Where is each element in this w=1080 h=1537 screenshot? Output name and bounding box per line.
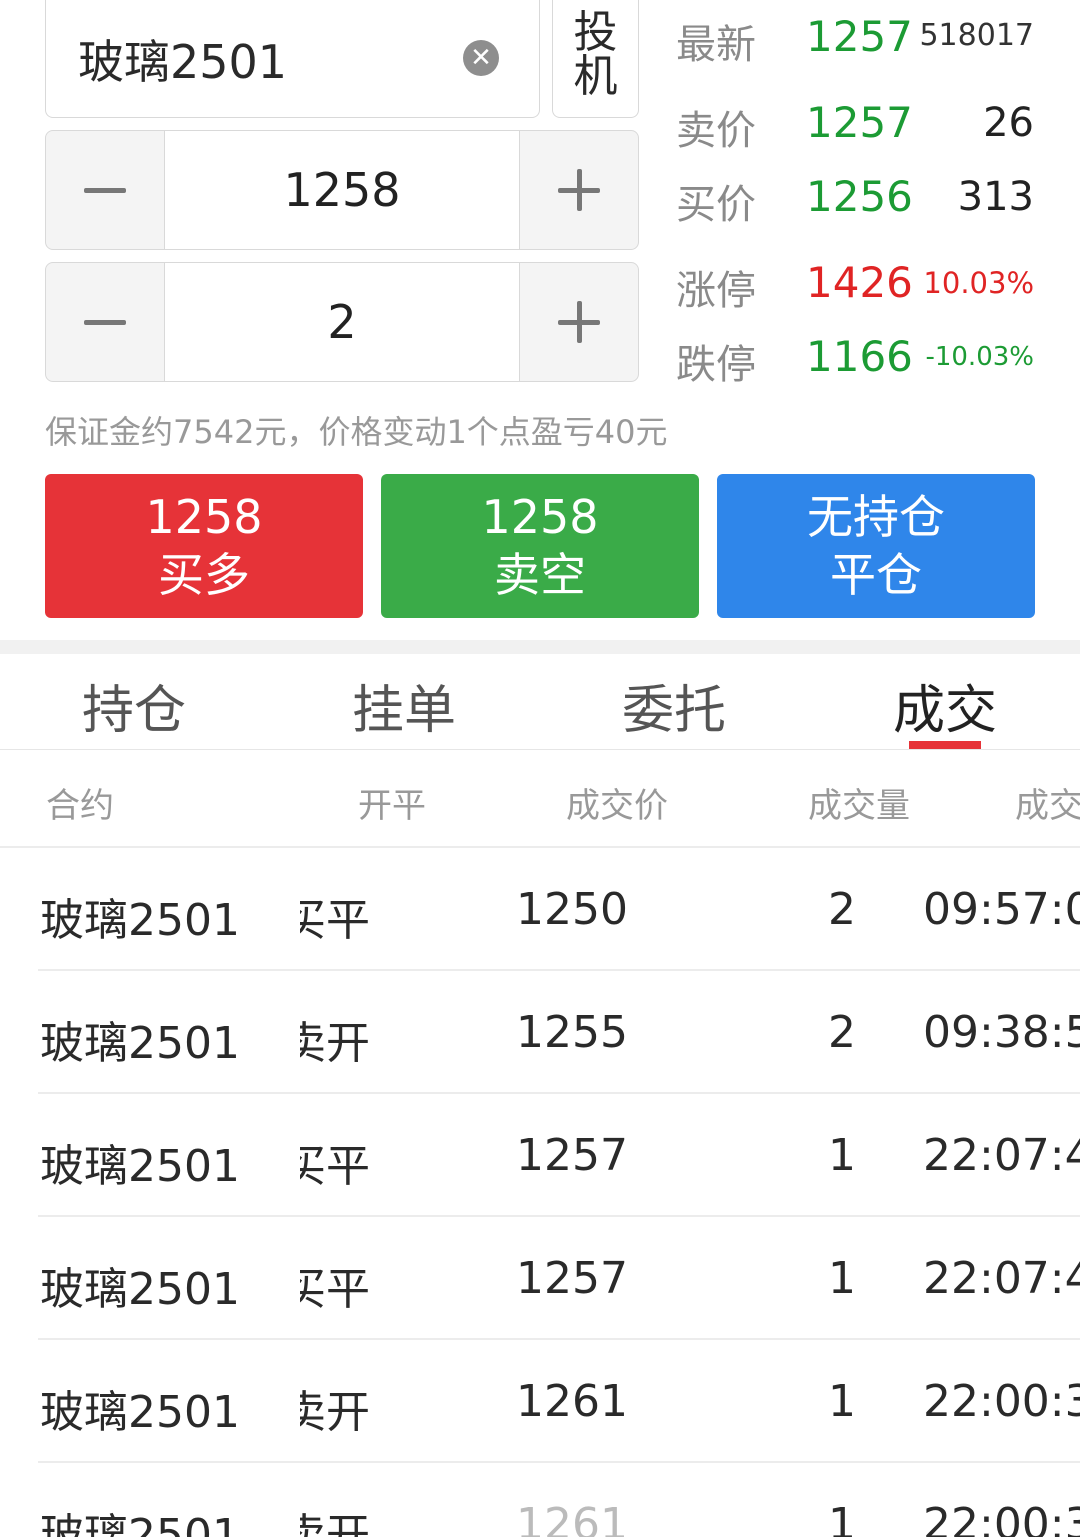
header-trade-time: 成交	[1015, 786, 1080, 826]
row-open-close: 卖开	[300, 1387, 370, 1438]
row-price: 1257	[516, 1253, 628, 1304]
table-row[interactable]: 玻璃2501 买平 1257 1 22:07:45	[0, 1094, 1080, 1217]
header-open-close: 开平	[358, 786, 426, 826]
quote-limit-up-price[interactable]: 1426	[806, 258, 913, 307]
close-position-button[interactable]: 无持仓 平仓	[717, 474, 1035, 618]
table-row[interactable]: 玻璃2501 买平 1250 2 09:57:07	[0, 848, 1080, 971]
row-open-close: 买平	[300, 1264, 370, 1315]
tab-positions[interactable]: 持仓	[34, 668, 234, 743]
clear-circle-icon[interactable]: ✕	[463, 40, 499, 76]
hedge-type-line1: 投	[573, 6, 618, 58]
tab-divider	[0, 749, 1080, 750]
row-price: 1255	[516, 1007, 628, 1058]
table-row[interactable]: 玻璃2501 买平 1257 1 22:07:45	[0, 1217, 1080, 1340]
quote-ask-label: 卖价	[676, 108, 756, 154]
row-open-close: 买平	[300, 895, 370, 946]
row-time: 09:38:55	[923, 1007, 1080, 1058]
tab-pending-orders[interactable]: 挂单	[304, 668, 504, 743]
active-tab-indicator	[909, 741, 981, 749]
price-decrease-button[interactable]	[46, 131, 165, 249]
row-contract: 玻璃2501	[40, 1141, 240, 1192]
section-divider	[0, 640, 1080, 654]
header-trade-volume: 成交量	[808, 786, 910, 826]
quote-limit-up-label: 涨停	[676, 268, 756, 314]
row-price: 1261	[516, 1499, 628, 1537]
quote-limit-down-label: 跌停	[676, 342, 756, 388]
quantity-input[interactable]: 2	[165, 263, 519, 381]
row-contract: 玻璃2501	[40, 1264, 240, 1315]
row-open-close: 买平	[300, 1141, 370, 1192]
minus-icon	[84, 187, 126, 193]
quote-limit-down-pct: -10.03%	[925, 342, 1034, 372]
buy-long-label: 买多	[158, 548, 250, 602]
table-row[interactable]: 玻璃2501 卖开 1261 1 22:00:38	[0, 1463, 1080, 1537]
quote-latest-label: 最新	[676, 22, 756, 68]
row-time: 22:00:38	[923, 1499, 1080, 1537]
sell-short-price: 1258	[481, 490, 599, 544]
buy-long-price: 1258	[145, 490, 263, 544]
tab-trades[interactable]: 成交	[845, 668, 1045, 743]
row-time: 22:00:38	[923, 1376, 1080, 1427]
minus-icon	[84, 319, 126, 325]
row-time: 22:07:45	[923, 1253, 1080, 1304]
contract-input-value: 玻璃2501	[78, 35, 288, 89]
row-qty: 2	[828, 884, 856, 935]
close-position-status: 无持仓	[807, 490, 945, 544]
plus-icon	[558, 169, 600, 211]
sell-short-button[interactable]: 1258 卖空	[381, 474, 699, 618]
table-row[interactable]: 玻璃2501 卖开 1255 2 09:38:55	[0, 971, 1080, 1094]
row-contract: 玻璃2501	[40, 1387, 240, 1438]
quote-bid-volume: 313	[957, 174, 1034, 220]
quote-bid-label: 买价	[676, 182, 756, 228]
row-time: 09:57:07	[923, 884, 1080, 935]
row-contract: 玻璃2501	[40, 895, 240, 946]
quote-volume: 518017	[919, 18, 1034, 53]
quote-bid-price[interactable]: 1256	[806, 172, 913, 221]
price-stepper: 1258	[45, 130, 639, 250]
tab-orders[interactable]: 委托	[574, 668, 774, 743]
row-time: 22:07:45	[923, 1130, 1080, 1181]
hedge-type-line2: 机	[573, 50, 618, 102]
row-contract: 玻璃2501	[40, 1510, 240, 1537]
row-price: 1257	[516, 1130, 628, 1181]
price-increase-button[interactable]	[519, 131, 638, 249]
row-qty: 1	[828, 1499, 856, 1537]
row-price: 1250	[516, 884, 628, 935]
quote-latest-price: 1257	[806, 12, 913, 61]
close-position-label: 平仓	[830, 548, 922, 602]
price-input[interactable]: 1258	[165, 131, 519, 249]
quantity-decrease-button[interactable]	[46, 263, 165, 381]
row-qty: 1	[828, 1376, 856, 1427]
row-open-close: 卖开	[300, 1018, 370, 1069]
header-trade-price: 成交价	[566, 786, 668, 826]
row-qty: 1	[828, 1130, 856, 1181]
quote-ask-price[interactable]: 1257	[806, 98, 913, 147]
row-price: 1261	[516, 1376, 628, 1427]
sell-short-label: 卖空	[494, 548, 586, 602]
hedge-type-button[interactable]: 投 机	[552, 0, 639, 118]
contract-input[interactable]: 玻璃2501 ✕	[45, 0, 540, 118]
quantity-stepper: 2	[45, 262, 639, 382]
quote-limit-down-price[interactable]: 1166	[806, 332, 913, 381]
margin-note: 保证金约7542元，价格变动1个点盈亏40元	[45, 413, 668, 451]
table-row[interactable]: 玻璃2501 卖开 1261 1 22:00:38	[0, 1340, 1080, 1463]
header-contract: 合约	[46, 786, 114, 826]
quote-limit-up-pct: 10.03%	[923, 266, 1034, 300]
buy-long-button[interactable]: 1258 买多	[45, 474, 363, 618]
row-qty: 1	[828, 1253, 856, 1304]
row-qty: 2	[828, 1007, 856, 1058]
row-open-close: 卖开	[300, 1510, 370, 1537]
quantity-increase-button[interactable]	[519, 263, 638, 381]
quote-ask-volume: 26	[983, 100, 1034, 146]
row-contract: 玻璃2501	[40, 1018, 240, 1069]
plus-icon	[558, 301, 600, 343]
